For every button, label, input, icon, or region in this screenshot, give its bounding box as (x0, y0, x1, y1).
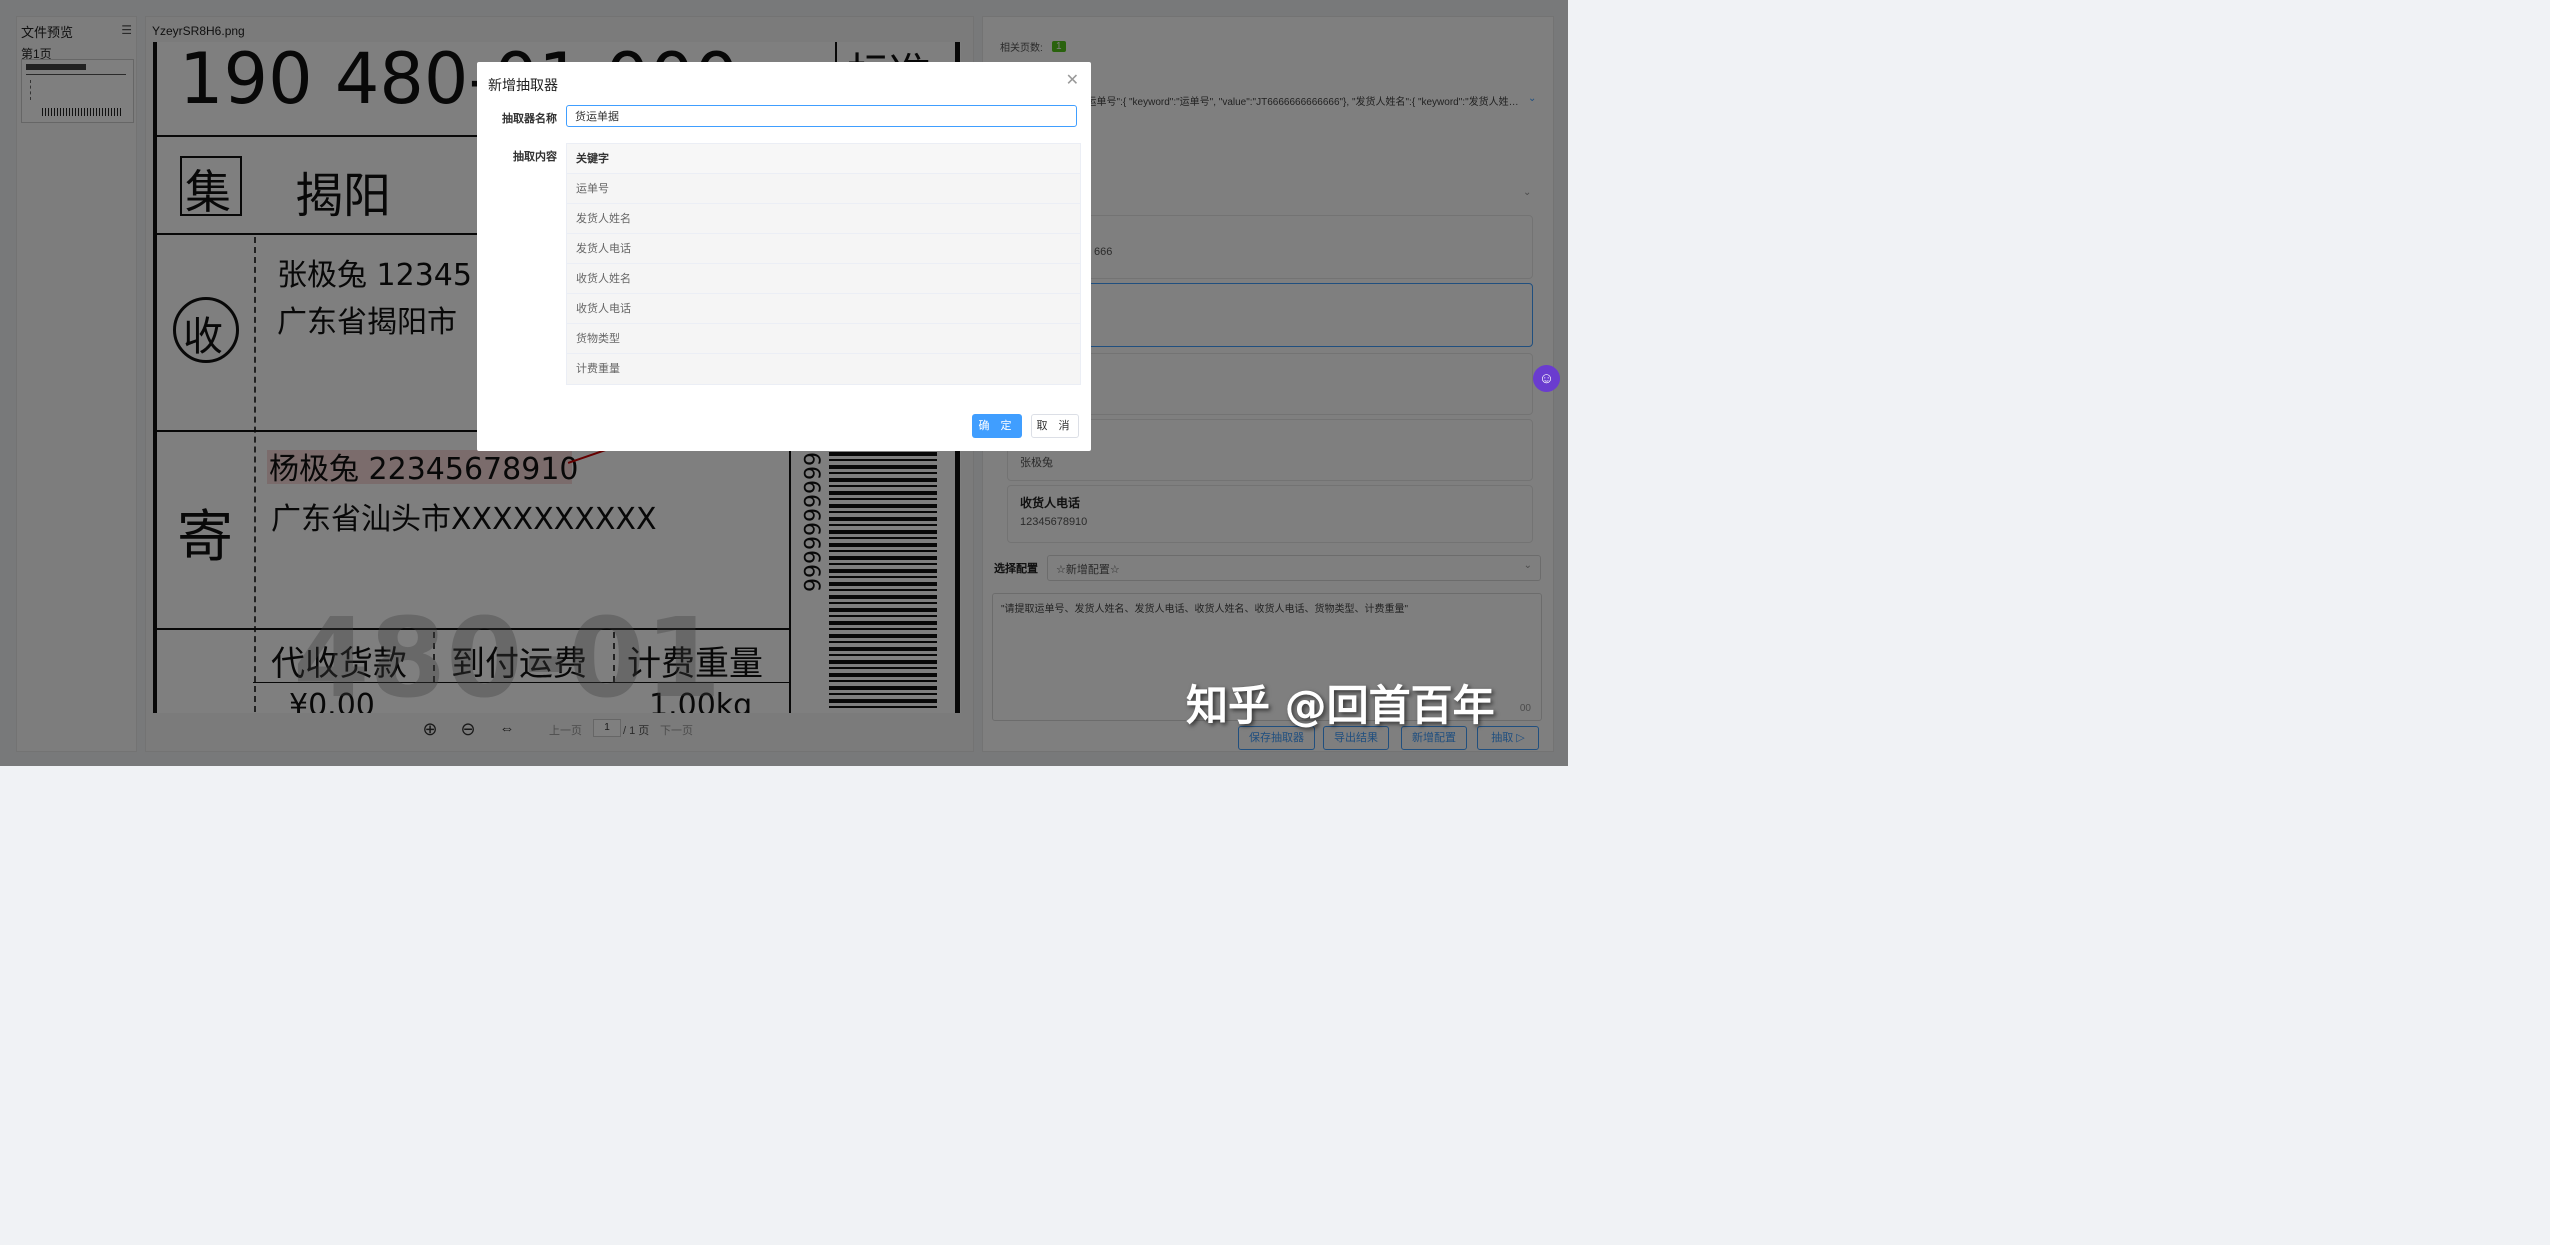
close-icon[interactable]: ✕ (1066, 70, 1079, 90)
keyword-row[interactable]: 计费重量 (567, 354, 1080, 384)
keyword-table: 关键字 运单号 发货人姓名 发货人电话 收货人姓名 收货人电话 货物类型 计费重… (566, 143, 1081, 385)
watermark-text: 知乎 @回首百年 (1186, 681, 1495, 730)
confirm-button[interactable]: 确 定 (972, 414, 1022, 438)
add-extractor-dialog: 新增抽取器 ✕ 抽取器名称 抽取内容 关键字 运单号 发货人姓名 发货人电话 收… (477, 62, 1091, 451)
keyword-row[interactable]: 收货人电话 (567, 294, 1080, 324)
assistant-robot-icon[interactable]: ☺ (1533, 365, 1560, 392)
keyword-row[interactable]: 收货人姓名 (567, 264, 1080, 294)
name-label: 抽取器名称 (502, 113, 557, 125)
dialog-title: 新增抽取器 (488, 77, 558, 93)
extractor-name-input[interactable] (566, 105, 1077, 127)
keyword-row[interactable]: 发货人姓名 (567, 204, 1080, 234)
cancel-button[interactable]: 取 消 (1031, 414, 1079, 438)
keyword-row[interactable]: 发货人电话 (567, 234, 1080, 264)
keyword-row[interactable]: 货物类型 (567, 324, 1080, 354)
keyword-table-header: 关键字 (567, 144, 1080, 174)
content-label: 抽取内容 (513, 151, 557, 163)
keyword-row[interactable]: 运单号 (567, 174, 1080, 204)
